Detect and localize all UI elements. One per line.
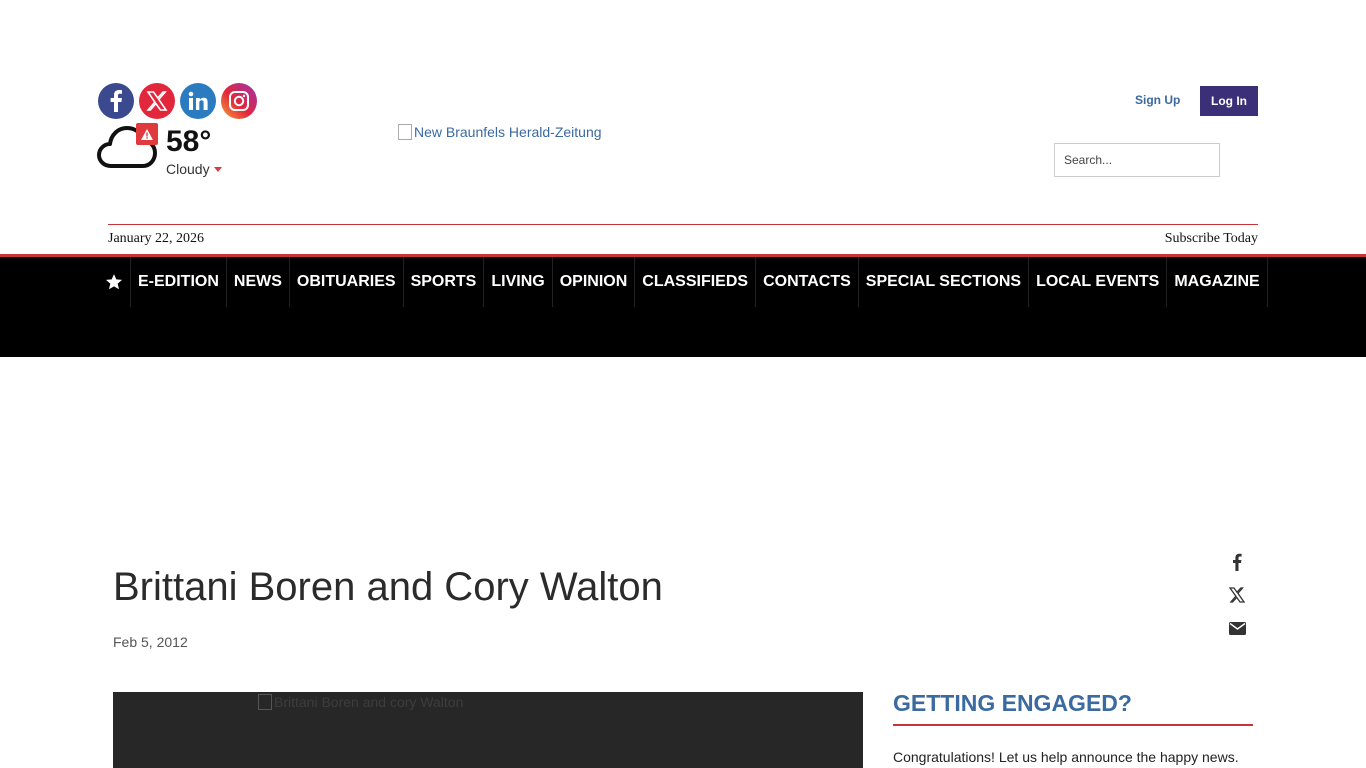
current-date: January 22, 2026 bbox=[108, 231, 205, 246]
subscribe-link[interactable]: Subscribe Today bbox=[1165, 231, 1258, 247]
share-tools bbox=[1228, 552, 1246, 638]
dateline-bar: January 22, 2026 Subscribe Today bbox=[108, 224, 1258, 254]
linkedin-icon[interactable] bbox=[180, 83, 216, 119]
weather-condition-label: Cloudy bbox=[166, 161, 210, 177]
star-icon bbox=[105, 274, 123, 290]
instagram-icon[interactable] bbox=[221, 83, 257, 119]
article-date: Feb 5, 2012 bbox=[113, 634, 188, 650]
article-photo[interactable]: Brittani Boren and cory Walton bbox=[113, 692, 863, 768]
nav-home[interactable] bbox=[98, 257, 131, 307]
caret-down-icon bbox=[213, 167, 222, 172]
weather-temp: 58° bbox=[166, 125, 212, 158]
article-title: Brittani Boren and Cory Walton bbox=[113, 565, 663, 609]
nav-classifieds[interactable]: CLASSIFIEDS bbox=[635, 257, 757, 307]
nav-sports[interactable]: SPORTS bbox=[404, 257, 485, 307]
photo-alt: Brittani Boren and cory Walton bbox=[258, 694, 463, 710]
nav-living[interactable]: LIVING bbox=[484, 257, 553, 307]
log-in-button[interactable]: Log In bbox=[1200, 86, 1258, 116]
nav-contacts[interactable]: CONTACTS bbox=[756, 257, 859, 307]
search-input[interactable] bbox=[1054, 143, 1220, 177]
broken-image-icon bbox=[398, 124, 412, 140]
share-x-icon[interactable] bbox=[1228, 585, 1246, 605]
weather-condition[interactable]: Cloudy bbox=[166, 161, 222, 177]
facebook-icon[interactable] bbox=[98, 83, 134, 119]
site-logo-alt: New Braunfels Herald-Zeitung bbox=[414, 124, 602, 140]
x-icon[interactable] bbox=[139, 83, 175, 119]
nav-obituaries[interactable]: OBITUARIES bbox=[290, 257, 404, 307]
sidebar-heading: GETTING ENGAGED? bbox=[893, 690, 1253, 726]
share-email-icon[interactable] bbox=[1228, 618, 1246, 638]
nav-e-edition[interactable]: E-EDITION bbox=[131, 257, 227, 307]
site-logo[interactable]: New Braunfels Herald-Zeitung bbox=[398, 124, 602, 140]
nav-opinion[interactable]: OPINION bbox=[553, 257, 636, 307]
photo-alt-text: Brittani Boren and cory Walton bbox=[274, 694, 464, 710]
social-links bbox=[98, 83, 257, 119]
warning-icon[interactable] bbox=[136, 123, 158, 145]
main-nav: E-EDITION NEWS OBITUARIES SPORTS LIVING … bbox=[0, 254, 1366, 357]
sidebar-text: Congratulations! Let us help announce th… bbox=[893, 749, 1239, 765]
share-facebook-icon[interactable] bbox=[1228, 552, 1246, 572]
nav-special-sections[interactable]: SPECIAL SECTIONS bbox=[859, 257, 1030, 307]
nav-local-events[interactable]: LOCAL EVENTS bbox=[1029, 257, 1168, 307]
broken-image-icon bbox=[258, 694, 272, 710]
nav-magazine[interactable]: MAGAZINE bbox=[1167, 257, 1268, 307]
nav-news[interactable]: NEWS bbox=[227, 257, 290, 307]
sign-up-link[interactable]: Sign Up bbox=[1135, 93, 1180, 107]
